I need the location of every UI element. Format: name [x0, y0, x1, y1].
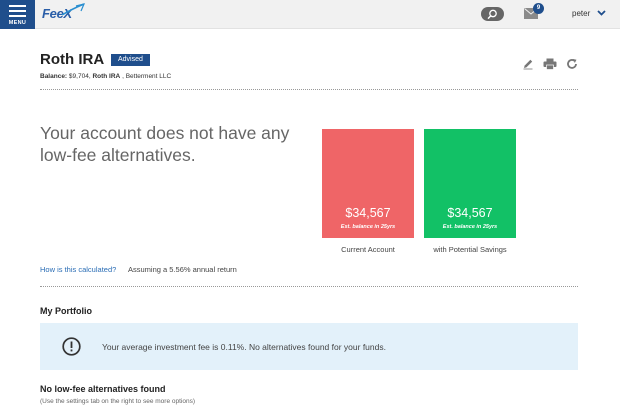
account-type: Roth IRA [92, 73, 121, 80]
provider-name: Betterment LLC [125, 73, 172, 80]
current-account-card: $34,567 Est. balance in 25yrs [322, 129, 414, 238]
balance-value: $9,704 [68, 73, 89, 80]
page-title: Roth IRA [40, 51, 105, 68]
no-alternatives-headline: Your account does not have any low-fee a… [40, 123, 290, 165]
card-caption: Current Account [341, 245, 395, 254]
divider [40, 286, 578, 287]
chevron-down-icon[interactable] [597, 9, 606, 17]
info-icon [62, 337, 81, 356]
account-meta: Balance: $9,704, Roth IRA , Betterment L… [40, 73, 171, 80]
divider [40, 89, 578, 90]
card-amount: $34,567 [345, 206, 391, 220]
user-menu[interactable]: peter [572, 9, 590, 18]
separator: , [122, 73, 124, 80]
advised-badge: Advised [111, 54, 150, 66]
search-icon [487, 9, 497, 20]
card-subtitle: Est. balance in 25yrs [340, 224, 396, 230]
how-calculated-link[interactable]: How is this calculated? [40, 265, 116, 274]
fee-info-box: Your average investment fee is 0.11%. No… [40, 323, 578, 370]
menu-label: MENU [8, 20, 27, 26]
portfolio-section-title: My Portfolio [40, 306, 92, 316]
card-subtitle: Est. balance in 25yrs [442, 224, 498, 230]
top-bar: MENU FeeX 9 peter [0, 0, 620, 29]
return-assumption: Assuming a 5.56% annual return [128, 265, 237, 274]
no-alternatives-hint: (Use the settings tab on the right to se… [40, 398, 196, 405]
card-amount: $34,567 [447, 206, 493, 220]
mail-count-badge: 9 [533, 3, 544, 14]
menu-icon [9, 5, 26, 20]
menu-button[interactable]: MENU [0, 0, 35, 29]
print-icon[interactable] [543, 58, 557, 70]
separator: , [88, 73, 91, 80]
logo-swoosh-icon [61, 3, 86, 16]
edit-icon[interactable] [522, 58, 534, 70]
refresh-icon[interactable] [566, 58, 578, 70]
balance-label: Balance: [40, 73, 68, 80]
search-button[interactable] [481, 7, 504, 21]
potential-savings-card: $34,567 Est. balance in 25yrs [424, 129, 516, 238]
fee-info-text: Your average investment fee is 0.11%. No… [102, 342, 386, 352]
no-alternatives-title: No low-fee alternatives found [40, 384, 166, 394]
card-caption: with Potential Savings [433, 245, 507, 254]
